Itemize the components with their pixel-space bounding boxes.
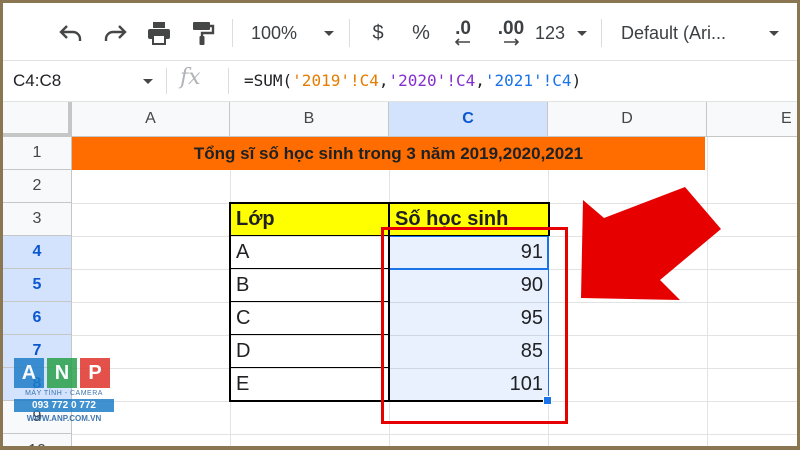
arrow-right-icon [504,38,520,46]
select-all-corner[interactable] [3,102,72,137]
formula-input[interactable]: =SUM('2019'!C4,'2020'!C4,'2021'!C4) [244,71,581,90]
table-border [229,301,389,302]
row-header-1[interactable]: 1 [3,137,72,170]
toolbar-separator [349,19,350,47]
frame-border [0,0,800,3]
highlight-box [381,227,568,424]
zoom-select[interactable]: 100% [245,17,340,49]
column-header-e[interactable]: E [707,102,797,137]
formula-separator [166,68,167,94]
toolbar-separator [601,19,602,47]
logo-letters: A N P [14,358,114,388]
toolbar-separator [232,19,233,47]
zoom-value: 100% [251,22,298,43]
table-border [229,268,389,269]
formula-separator [228,68,229,94]
class-cell[interactable]: D [230,335,389,368]
table-border [229,367,389,368]
header-class-cell[interactable]: Lớp [230,203,389,236]
fx-icon: fx [180,65,201,90]
frame-border [0,0,3,450]
currency-button[interactable]: $ [363,17,393,49]
name-box[interactable]: C4:C8 [3,61,163,101]
increase-decimals-button[interactable]: .00 [491,17,531,49]
redo-icon[interactable] [97,17,133,49]
table-border [229,202,231,402]
chevron-down-icon [577,30,587,36]
chevron-down-icon [324,30,334,36]
paint-format-icon[interactable] [185,17,221,49]
row-header-10[interactable]: 10 [3,434,72,446]
row-header-3[interactable]: 3 [3,203,72,236]
formula-bar: C4:C8 fx =SUM('2019'!C4,'2020'!C4,'2021'… [3,60,797,102]
row-header-2[interactable]: 2 [3,170,72,203]
column-header-c[interactable]: C [389,102,548,137]
row-header-5[interactable]: 5 [3,269,72,302]
chevron-down-icon [143,79,153,84]
frame-border [0,446,800,450]
logo-phone: 093 772 0 772 [14,399,114,412]
undo-icon[interactable] [53,17,89,49]
title-cell[interactable]: Tổng sĩ số học sinh trong 3 năm 2019,202… [72,137,705,170]
logo-website: WWW.ANP.COM.VN [26,414,102,423]
chevron-down-icon [769,30,779,36]
column-header-d[interactable]: D [548,102,707,137]
decrease-decimals-button[interactable]: .0 [446,17,480,49]
gridline [72,434,797,435]
print-icon[interactable] [141,17,177,49]
font-select[interactable]: Default (Ari... [615,17,785,49]
name-box-value: C4:C8 [13,71,62,90]
row-header-6[interactable]: 6 [3,302,72,335]
class-cell[interactable]: C [230,302,389,335]
table-border [229,334,389,335]
red-arrow-icon [581,187,721,300]
row-header-4[interactable]: 4 [3,236,72,269]
formula-ref-2020: '2020'!C4 [388,71,476,90]
class-cell[interactable]: B [230,269,389,302]
class-cell[interactable]: A [230,236,389,269]
formula-ref-2019: '2019'!C4 [292,71,379,90]
more-formats-select[interactable]: 123 [535,17,587,49]
column-header-a[interactable]: A [72,102,230,137]
anp-watermark-logo: A N P MÁY TÍNH - CAMERA 093 772 0 772 WW… [14,358,114,423]
column-header-b[interactable]: B [230,102,389,137]
toolbar: 100% $ % .0 .00 123 Default (Ari... [3,3,797,60]
formula-ref-2021: '2021'!C4 [484,71,572,90]
percent-button[interactable]: % [406,17,436,49]
class-cell[interactable]: E [230,368,389,401]
logo-tagline: MÁY TÍNH - CAMERA [25,390,103,397]
arrow-left-icon [454,38,470,46]
